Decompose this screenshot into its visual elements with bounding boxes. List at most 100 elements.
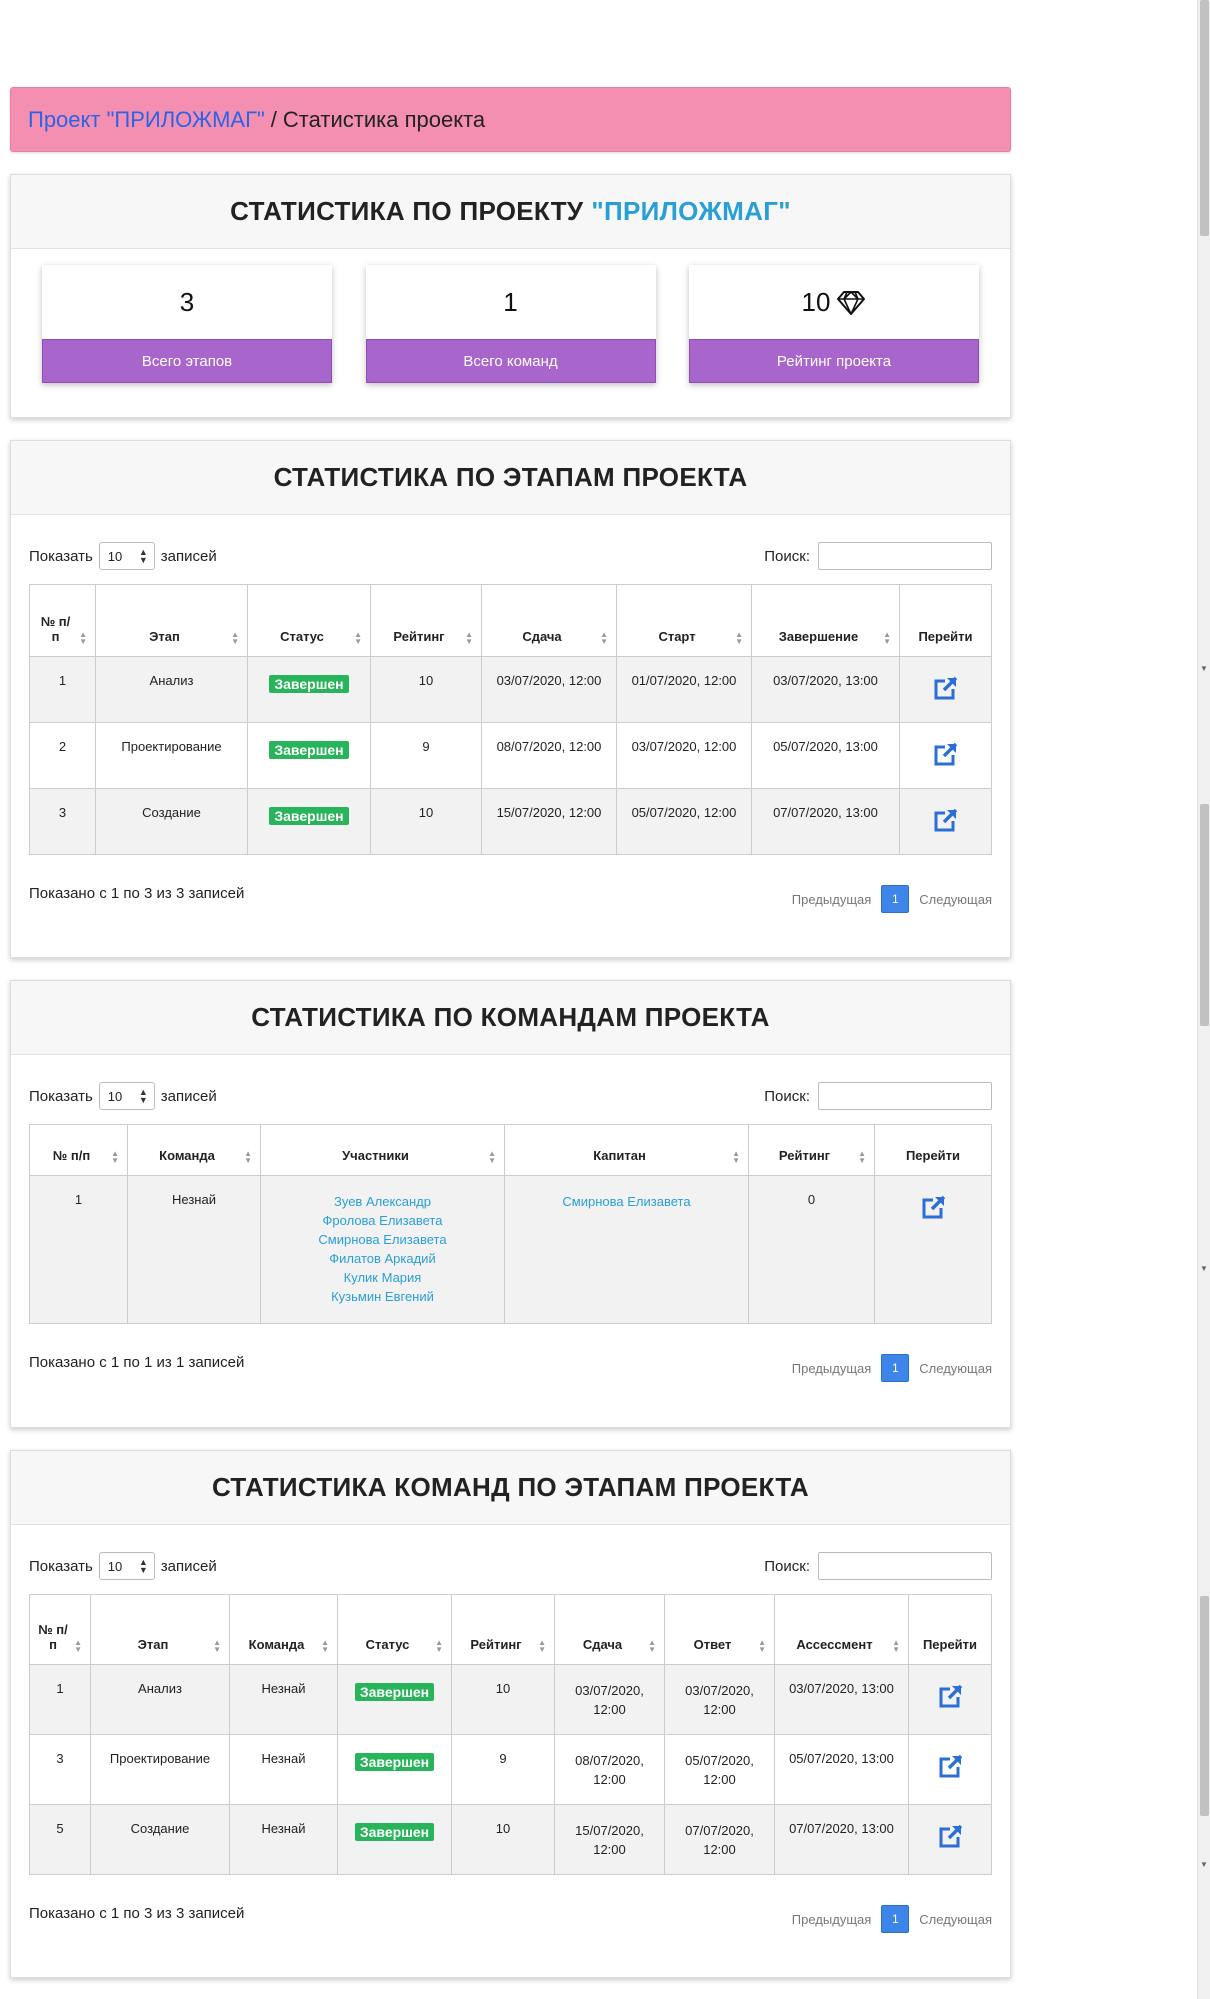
external-link-icon[interactable] xyxy=(932,741,959,768)
table-info: Показано с 1 по 3 из 3 записей xyxy=(29,1905,245,1922)
column-header[interactable]: Завершение ▲ ▼ xyxy=(751,584,900,657)
column-header[interactable]: Рейтинг ▲ ▼ xyxy=(748,1124,875,1176)
column-header[interactable]: Рейтинг ▲ ▼ xyxy=(370,584,482,657)
pagination: Предыдущая 1 Следующая xyxy=(792,1354,992,1382)
status-badge: Завершен xyxy=(354,1753,435,1771)
cell-stage: Анализ xyxy=(90,1664,230,1735)
pagination: Предыдущая 1 Следующая xyxy=(792,885,992,913)
table-row: 1 Анализ Завершен 10 03/07/2020, 12:00 0… xyxy=(29,656,992,723)
status-badge: Завершен xyxy=(269,741,349,759)
search-control: Поиск: xyxy=(764,542,992,570)
stages-table: № п/п ▲ ▼ Этап ▲ ▼ Статус ▲ ▼ Рейтинг ▲ ▼ Сдача ▲… xyxy=(29,584,992,855)
cell-due: 08/07/2020, 12:00 xyxy=(481,722,617,789)
captain-link[interactable]: Смирнова Елизавета xyxy=(505,1192,748,1211)
pagination-next[interactable]: Следующая xyxy=(919,892,992,907)
pagination-prev[interactable]: Предыдущая xyxy=(792,1361,872,1376)
scrollbar-thumb[interactable] xyxy=(1200,1596,1209,1816)
sort-icon: ▲ ▼ xyxy=(435,1638,443,1654)
breadcrumb-current: Статистика проекта xyxy=(282,106,486,132)
external-link-icon[interactable] xyxy=(932,675,959,702)
member-link[interactable]: Кузьмин Евгений xyxy=(261,1287,504,1306)
column-header[interactable]: Капитан ▲ ▼ xyxy=(504,1124,749,1176)
column-header[interactable]: Сдача ▲ ▼ xyxy=(554,1594,665,1665)
page-size-select[interactable]: 10 ▲ ▼ xyxy=(98,1552,155,1580)
cell-end: 03/07/2020, 13:00 xyxy=(751,656,900,723)
select-arrows-icon: ▲ ▼ xyxy=(138,1557,148,1575)
cell-status: Завершен xyxy=(337,1734,452,1805)
pagination-page[interactable]: 1 xyxy=(881,885,910,913)
records-label: записей xyxy=(160,1557,217,1575)
column-header[interactable]: Старт ▲ ▼ xyxy=(616,584,752,657)
column-header[interactable]: Этап ▲ ▼ xyxy=(95,584,248,657)
stages-header: СТАТИСТИКА ПО ЭТАПАМ ПРОЕКТА xyxy=(11,441,1010,515)
records-label: записей xyxy=(160,547,217,565)
cell-go xyxy=(874,1175,992,1324)
member-link[interactable]: Кулик Мария xyxy=(261,1268,504,1287)
external-link-icon[interactable] xyxy=(937,1823,964,1850)
pagination-prev[interactable]: Предыдущая xyxy=(792,1912,872,1927)
cell-due: 08/07/2020, 12:00 xyxy=(554,1734,665,1805)
cell-due: 03/07/2020, 12:00 xyxy=(554,1664,665,1735)
page-size-select[interactable]: 10 ▲ ▼ xyxy=(98,1082,155,1110)
status-badge: Завершен xyxy=(269,807,349,825)
stages-body: Показать 10 ▲▼ записей Поиск: № п/п▲▼ xyxy=(11,515,1010,957)
page-size-select[interactable]: 10 ▲ ▼ xyxy=(98,542,155,570)
cell-assessment: 07/07/2020, 13:00 xyxy=(774,1804,909,1875)
pagination-page[interactable]: 1 xyxy=(881,1354,910,1382)
table-footer: Показано с 1 по 1 из 1 записей Предыдуща… xyxy=(29,1354,992,1382)
column-header[interactable]: № п/п ▲ ▼ xyxy=(29,1124,128,1176)
column-header[interactable]: Статус ▲ ▼ xyxy=(247,584,371,657)
column-header[interactable]: Ответ ▲ ▼ xyxy=(664,1594,775,1665)
summary-title: СТАТИСТИКА ПО ПРОЕКТУ xyxy=(230,196,584,226)
scrollbar-thumb[interactable] xyxy=(1200,804,1209,1026)
column-header[interactable]: Участники ▲ ▼ xyxy=(260,1124,505,1176)
member-link[interactable]: Филатов Аркадий xyxy=(261,1249,504,1268)
stat-value: 10 xyxy=(801,286,831,317)
sort-icon: ▲ ▼ xyxy=(465,630,473,646)
sort-icon: ▲ ▼ xyxy=(79,630,87,646)
project-summary-card: СТАТИСТИКА ПО ПРОЕКТУ "ПРИЛОЖМАГ" 3 Всег… xyxy=(10,174,1011,418)
pagination-next[interactable]: Следующая xyxy=(919,1912,992,1927)
search-label: Поиск: xyxy=(764,547,810,565)
column-header: Перейти xyxy=(899,584,992,657)
cell-start: 03/07/2020, 12:00 xyxy=(616,722,752,789)
column-header[interactable]: Сдача ▲ ▼ xyxy=(481,584,617,657)
teams-body: Показать 10 ▲▼ записей Поиск: № п/п▲▼ xyxy=(11,1055,1010,1427)
column-header[interactable]: Этап ▲ ▼ xyxy=(90,1594,230,1665)
search-input[interactable] xyxy=(818,542,992,570)
column-header[interactable]: Статус ▲ ▼ xyxy=(337,1594,452,1665)
member-link[interactable]: Смирнова Елизавета xyxy=(261,1230,504,1249)
sort-icon: ▲ ▼ xyxy=(648,1638,656,1654)
column-header[interactable]: № п/п ▲ ▼ xyxy=(29,584,96,657)
page-scrollbar[interactable]: ▼ ▼ ▼ xyxy=(1197,0,1210,1999)
external-link-icon[interactable] xyxy=(932,807,959,834)
scrollbar-thumb[interactable] xyxy=(1200,0,1209,236)
column-header[interactable]: № п/п ▲ ▼ xyxy=(29,1594,91,1665)
search-input[interactable] xyxy=(818,1552,992,1580)
member-link[interactable]: Зуев Александр xyxy=(261,1192,504,1211)
scroll-down-arrow-icon[interactable]: ▼ xyxy=(1200,1860,1208,1869)
sort-icon: ▲ ▼ xyxy=(538,1638,546,1654)
external-link-icon[interactable] xyxy=(937,1753,964,1780)
external-link-icon[interactable] xyxy=(920,1194,947,1221)
scroll-down-arrow-icon[interactable]: ▼ xyxy=(1200,1264,1208,1273)
cell-members: Зуев Александр Фролова Елизавета Смирнов… xyxy=(260,1175,505,1324)
external-link-icon[interactable] xyxy=(937,1683,964,1710)
pagination-prev[interactable]: Предыдущая xyxy=(792,892,872,907)
column-header[interactable]: Рейтинг ▲ ▼ xyxy=(451,1594,555,1665)
column-header[interactable]: Команда ▲ ▼ xyxy=(229,1594,338,1665)
cell-end: 07/07/2020, 13:00 xyxy=(751,788,900,855)
column-header[interactable]: Команда ▲ ▼ xyxy=(127,1124,261,1176)
pagination-page[interactable]: 1 xyxy=(881,1905,910,1933)
search-input[interactable] xyxy=(818,1082,992,1110)
scroll-down-arrow-icon[interactable]: ▼ xyxy=(1200,664,1208,673)
member-link[interactable]: Фролова Елизавета xyxy=(261,1211,504,1230)
sort-icon: ▲ ▼ xyxy=(758,1638,766,1654)
column-header[interactable]: Ассессмент ▲ ▼ xyxy=(774,1594,909,1665)
cell-rating: 9 xyxy=(370,722,482,789)
pagination-next[interactable]: Следующая xyxy=(919,1361,992,1376)
breadcrumb-project-link[interactable]: Проект "ПРИЛОЖМАГ" xyxy=(28,107,265,133)
team-stages-header: СТАТИСТИКА КОМАНД ПО ЭТАПАМ ПРОЕКТА xyxy=(11,1451,1010,1525)
status-badge: Завершен xyxy=(354,1823,435,1841)
cell-team: Незнай xyxy=(229,1664,338,1735)
